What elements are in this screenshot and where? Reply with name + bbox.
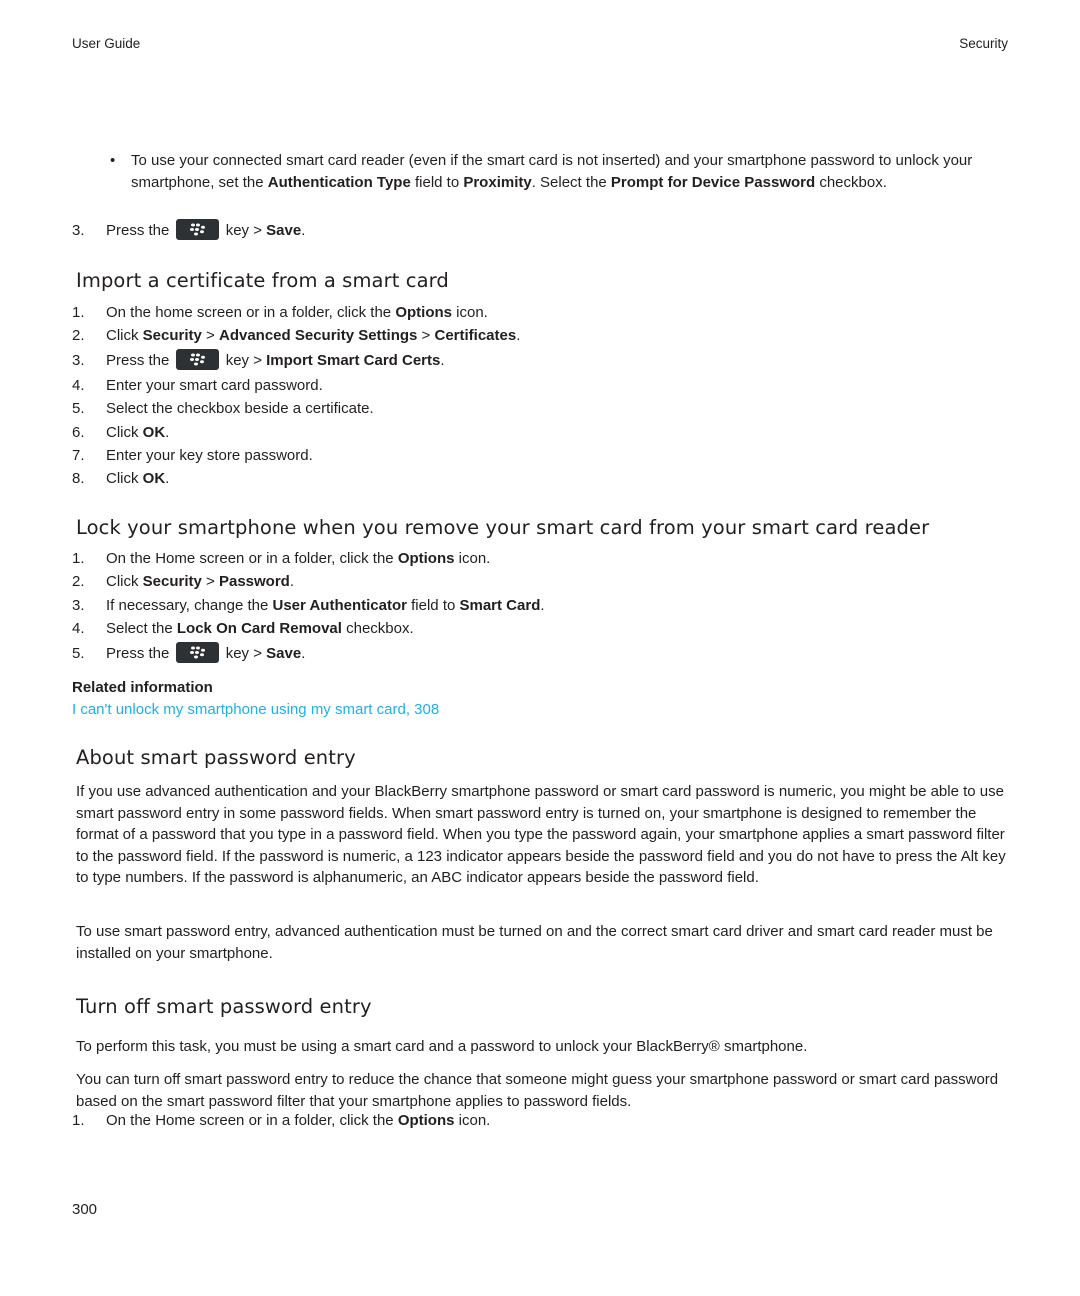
blackberry-menu-key-icon [175, 641, 219, 663]
turnoff-paragraph-1: To perform this task, you must be using … [76, 1038, 808, 1055]
import-step-6: 6. Click OK. [72, 424, 170, 441]
about-paragraph-1: If you use advanced authentication and y… [76, 783, 1006, 887]
import-step-1: 1. On the home screen or in a folder, cli… [72, 304, 488, 321]
section-heading-import-certificate: Import a certificate from a smart card [76, 269, 449, 292]
lock-step-5: 5. Press the key > Save. [72, 641, 305, 665]
lock-step-4: 4. Select the Lock On Card Removal checkb… [72, 620, 414, 637]
related-link-cant-unlock[interactable]: I can't unlock my smartphone using my sm… [72, 701, 439, 718]
section-heading-about-smart-password: About smart password entry [76, 746, 356, 769]
page-number: 300 [72, 1201, 98, 1218]
running-header-section: Security [959, 36, 1008, 51]
intro-step-3: 3. Press the key > Save. [72, 218, 305, 242]
import-step-3: 3. Press the key > Import Smart Card Cert… [72, 348, 445, 372]
import-step-4: 4. Enter your smart card password. [72, 377, 323, 394]
section-heading-turn-off-smart-password: Turn off smart password entry [76, 995, 372, 1018]
intro-bullet: • To use your connected smart card reade… [110, 152, 973, 191]
blackberry-menu-key-icon [175, 348, 219, 370]
turnoff-step-1: 1. On the Home screen or in a folder, cli… [72, 1112, 491, 1129]
lock-step-3: 3. If necessary, change the User Authenti… [72, 597, 545, 614]
lock-step-1: 1. On the Home screen or in a folder, cli… [72, 550, 491, 567]
import-step-5: 5. Select the checkbox beside a certifica… [72, 400, 374, 417]
section-heading-lock-on-removal: Lock your smartphone when you remove you… [76, 516, 930, 539]
import-step-2: 2. Click Security > Advanced Security Set… [72, 327, 521, 344]
import-step-7: 7. Enter your key store password. [72, 447, 313, 464]
about-paragraph-2: To use smart password entry, advanced au… [76, 923, 993, 962]
blackberry-menu-key-icon [175, 218, 219, 240]
lock-step-2: 2. Click Security > Password. [72, 573, 295, 590]
bullet-marker: • [110, 152, 116, 169]
import-step-8: 8. Click OK. [72, 470, 170, 487]
running-header-title: User Guide [72, 36, 141, 51]
related-information-heading: Related information [72, 679, 213, 696]
turnoff-paragraph-2: You can turn off smart password entry to… [76, 1071, 999, 1110]
